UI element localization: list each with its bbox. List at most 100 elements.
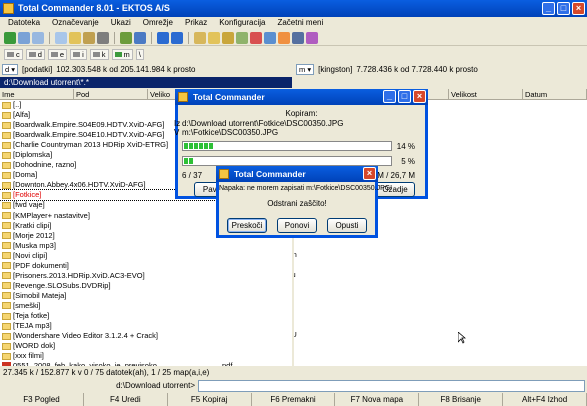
drive-button-c[interactable]: c xyxy=(4,48,23,60)
right-drive-select[interactable]: m ▾ xyxy=(296,64,315,75)
list-item[interactable]: Duh_iz_svetilke xyxy=(294,260,309,270)
list-item[interactable]: Gregor Mavrič xyxy=(294,290,309,300)
list-item[interactable]: [Simobil Mateja] xyxy=(0,291,292,301)
media-icon[interactable] xyxy=(306,31,318,44)
brief-view-icon[interactable] xyxy=(18,31,30,44)
list-item[interactable]: [Revenge.SLOSubs.DVDRip] xyxy=(0,281,292,291)
folder-icon xyxy=(2,252,11,260)
compare-icon[interactable] xyxy=(236,31,248,44)
list-item[interactable]: IDENTIFIKACIJ xyxy=(294,320,309,330)
list-item[interactable]: hiša xyxy=(294,310,309,320)
drive-button-root[interactable]: \ xyxy=(135,48,144,60)
network-icon[interactable] xyxy=(134,31,146,44)
notepad-icon[interactable] xyxy=(264,31,276,44)
list-item[interactable]: [Prisoners.2013.HDRip.XviD.AC3-EVO] xyxy=(0,271,292,281)
file-name: DT-Smej se ob n xyxy=(294,250,297,260)
list-item[interactable]: GETO Celovski xyxy=(294,280,309,290)
tree-icon[interactable] xyxy=(55,31,67,44)
folder-icon[interactable] xyxy=(69,31,81,44)
alt-f4-exit-button[interactable]: Alt+F4 Izhod xyxy=(503,393,587,406)
folder-copy-icon[interactable] xyxy=(222,31,234,44)
dialog-close-icon[interactable]: × xyxy=(413,90,426,103)
skip-button[interactable]: Preskoči xyxy=(227,218,267,233)
f7-new-folder-button[interactable]: F7 Nova mapa xyxy=(335,393,420,406)
forward-arrow-icon[interactable] xyxy=(171,31,183,44)
file-name: [Novi clipi] xyxy=(13,250,48,260)
ftp-icon[interactable] xyxy=(120,31,132,44)
copy-dialog-title-bar[interactable]: Total Commander _ □ × xyxy=(175,89,428,105)
minimize-icon[interactable]: _ xyxy=(542,2,555,15)
menu-omrezje[interactable]: Omrežje xyxy=(143,17,173,29)
drive-button-d[interactable]: d xyxy=(25,48,45,60)
f6-move-button[interactable]: F6 Premakni xyxy=(252,393,336,406)
list-item[interactable]: [Muska mp3] xyxy=(0,241,292,251)
left-drive-space: 102.303.548 k od 205.141.984 k prosto xyxy=(56,65,196,74)
col-ext[interactable]: Pod xyxy=(74,89,148,99)
folder-sync-icon[interactable] xyxy=(194,31,206,44)
retry-button[interactable]: Ponovi xyxy=(277,218,317,233)
delete-icon[interactable] xyxy=(250,31,262,44)
full-view-icon[interactable] xyxy=(32,31,44,44)
window-title-bar[interactable]: Total Commander 8.01 - EKTOS A/S _ □ × xyxy=(0,0,587,17)
player-icon[interactable] xyxy=(278,31,290,44)
col-name[interactable]: Ime xyxy=(0,89,74,99)
file-name: [TEJA mp3] xyxy=(13,321,52,331)
f8-delete-button[interactable]: F8 Brisanje xyxy=(419,393,504,406)
archive-icon[interactable] xyxy=(83,31,95,44)
list-item[interactable]: [Teja fotke] xyxy=(0,311,292,321)
maximize-icon[interactable]: □ xyxy=(557,2,570,15)
list-item[interactable]: [WORD dok] xyxy=(0,341,292,351)
file-name: [WORD dok] xyxy=(13,341,56,351)
list-item[interactable]: [smeški] xyxy=(0,301,292,311)
list-item[interactable]: hfs xyxy=(294,300,309,310)
menu-oznacevanje[interactable]: Označevanje xyxy=(52,17,99,29)
list-item[interactable]: DT-Smej se ob n xyxy=(294,250,309,260)
folder-icon xyxy=(2,201,11,209)
drive-button-i[interactable]: i xyxy=(70,48,87,60)
list-item[interactable]: 0551_2008_feb_kako_visoko_je_previsoko pd… xyxy=(0,361,292,366)
list-item[interactable]: kolektiv_zapik.s xyxy=(294,340,309,350)
f4-edit-button[interactable]: F4 Uredi xyxy=(84,393,168,406)
list-item[interactable]: Klima v avtu_NU xyxy=(294,330,309,340)
drive-bar: c d e i k m \ xyxy=(0,48,587,60)
search-icon[interactable] xyxy=(292,31,304,44)
menu-ukazi[interactable]: Ukazi xyxy=(111,17,131,29)
drive-button-k[interactable]: k xyxy=(89,48,109,60)
menu-konfiguracija[interactable]: Konfiguracija xyxy=(219,17,265,29)
dialog-minimize-icon[interactable]: _ xyxy=(383,90,396,103)
list-item[interactable]: Križnar zobar xyxy=(294,351,309,361)
right-path[interactable] xyxy=(294,77,587,88)
command-line-input[interactable] xyxy=(198,379,585,392)
list-item[interactable]: dvdshrink32setu xyxy=(294,270,309,280)
progress-block xyxy=(209,143,213,149)
error-close-icon[interactable]: × xyxy=(363,167,376,180)
refresh-icon[interactable] xyxy=(4,31,16,44)
list-item[interactable]: Dropbox 2.0.26 xyxy=(294,240,309,250)
col-velikost[interactable]: Velikost xyxy=(449,89,523,99)
folder-icon xyxy=(2,322,11,330)
left-path[interactable]: d:\Download utorrent\*.* xyxy=(0,77,292,88)
close-icon[interactable]: × xyxy=(572,2,585,15)
f5-copy-button[interactable]: F5 Kopiraj xyxy=(168,393,252,406)
drive-button-e[interactable]: e xyxy=(47,48,68,60)
abort-button[interactable]: Opusti xyxy=(327,218,367,233)
menu-datoteka[interactable]: Datoteka xyxy=(8,17,40,29)
col-datum[interactable]: Datum xyxy=(523,89,587,99)
unpack-icon[interactable] xyxy=(97,31,109,44)
list-item[interactable]: [TEJA mp3] xyxy=(0,321,292,331)
drive-button-m[interactable]: m xyxy=(111,48,133,60)
list-item[interactable]: [Novi clipi] xyxy=(0,251,292,261)
list-item[interactable]: [xxx filmi] xyxy=(0,351,292,361)
list-item[interactable]: [Wondershare Video Editor 3.1.2.4 + Crac… xyxy=(0,331,292,341)
left-drive-select[interactable]: d ▾ xyxy=(2,64,19,75)
f3-view-button[interactable]: F3 Pogled xyxy=(0,393,84,406)
error-dialog-title-bar[interactable]: Total Commander × xyxy=(216,166,378,182)
menu-zacetni-meni[interactable]: Začetni meni xyxy=(277,17,323,29)
menu-prikaz[interactable]: Prikaz xyxy=(185,17,207,29)
folder-icon xyxy=(2,232,11,240)
folder-icon xyxy=(2,141,11,149)
back-arrow-icon[interactable] xyxy=(157,31,169,44)
dialog-maximize-icon[interactable]: □ xyxy=(398,90,411,103)
list-item[interactable]: [PDF dokumenti] xyxy=(0,261,292,271)
new-folder-icon[interactable] xyxy=(208,31,220,44)
